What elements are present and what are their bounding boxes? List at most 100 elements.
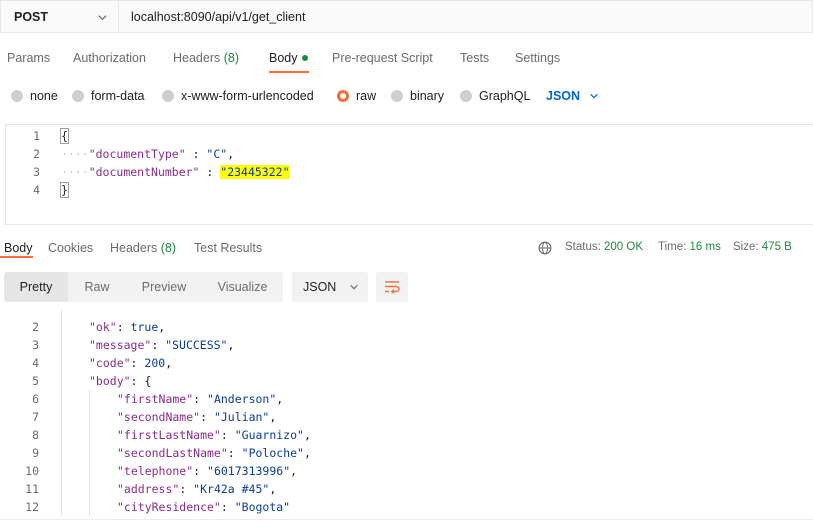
horizontal-scrollbar[interactable] <box>0 519 813 531</box>
line-number: 1 <box>33 129 40 143</box>
active-tab-indicator <box>0 256 33 258</box>
response-status[interactable]: Status: 200 OK <box>565 241 643 253</box>
json-value-highlighted: "23445322" <box>220 165 290 179</box>
tab-body[interactable]: Body <box>269 51 308 77</box>
wrap-lines-button[interactable] <box>376 272 408 302</box>
json-key: "telephone" <box>117 464 194 478</box>
radio-binary[interactable]: binary <box>391 87 444 105</box>
line-number: 10 <box>25 464 39 478</box>
code-line: "firstName": "Anderson", <box>117 392 284 406</box>
line-number: 4 <box>33 183 40 197</box>
size-label: Size: <box>733 241 759 253</box>
response-tab-body[interactable]: Body <box>4 241 33 255</box>
tab-label: Headers <box>173 51 221 65</box>
radio-label: binary <box>410 89 445 103</box>
url-input[interactable]: localhost:8090/api/v1/get_client <box>118 0 813 33</box>
radio-icon <box>11 90 23 102</box>
tab-label: Body <box>4 241 33 255</box>
radio-label: x-www-form-urlencoded <box>181 89 314 103</box>
radio-icon <box>391 90 403 102</box>
radio-label: GraphQL <box>479 89 531 103</box>
tab-label: Params <box>7 51 51 65</box>
request-body-editor[interactable]: 1 2 3 4 { ····"documentType" : "C", ····… <box>5 124 813 225</box>
json-comma: , <box>227 147 235 161</box>
json-comma: , <box>303 446 311 460</box>
json-key: "ok" <box>89 320 117 334</box>
tab-label: Authorization <box>73 51 146 65</box>
line-number: 7 <box>32 410 39 424</box>
response-tab-headers[interactable]: Headers (8) <box>110 241 176 255</box>
tab-authorization[interactable]: Authorization <box>73 51 146 77</box>
globe-icon[interactable] <box>538 241 552 255</box>
json-key: "secondName" <box>117 410 201 424</box>
format-label: JSON <box>303 280 337 294</box>
response-body-viewer[interactable]: 2 "ok": true, 3 "message": "SUCCESS", 4 "code… <box>0 310 813 516</box>
radio-form-data[interactable]: form-data <box>72 87 145 105</box>
tab-label: Test Results <box>194 241 263 255</box>
line-number: 8 <box>32 428 39 442</box>
json-sep: : <box>185 147 207 161</box>
json-comma: , <box>303 428 311 442</box>
radio-graphql[interactable]: GraphQL <box>460 87 530 105</box>
json-comma: , <box>227 338 235 352</box>
url-bar: POST localhost:8090/api/v1/get_client <box>0 0 813 33</box>
tab-label: Settings <box>515 51 561 65</box>
time-label: Time: <box>658 241 687 253</box>
view-visualize[interactable]: Visualize <box>202 272 283 302</box>
line-number: 4 <box>32 356 39 370</box>
chevron-down-icon <box>98 15 107 21</box>
radio-checked-icon <box>337 90 349 102</box>
response-tab-cookies[interactable]: Cookies <box>48 241 93 255</box>
json-comma: , <box>158 320 166 334</box>
method-select[interactable]: POST <box>0 0 118 33</box>
open-brace: { <box>60 128 69 144</box>
view-preview[interactable]: Preview <box>126 272 202 302</box>
status-value: 200 OK <box>604 241 644 253</box>
json-value: { <box>144 374 152 388</box>
close-brace: } <box>60 182 69 198</box>
json-key: "documentNumber" <box>88 165 200 179</box>
status-label: Status: <box>565 241 601 253</box>
line-number: 3 <box>32 338 39 352</box>
code-line: } <box>60 181 69 199</box>
code-line: "message": "SUCCESS", <box>89 338 235 352</box>
tab-label: Pre-request Script <box>332 51 433 65</box>
code-line: "telephone": "6017313996", <box>117 464 298 478</box>
wrap-lines-icon <box>385 281 400 294</box>
code-line: "cityResidence": "Bogota" <box>117 500 291 514</box>
radio-x-www-form-urlencoded[interactable]: x-www-form-urlencoded <box>162 87 314 105</box>
method-label: POST <box>14 9 49 24</box>
response-size[interactable]: Size: 475 B <box>733 241 792 253</box>
json-sep: : <box>199 165 221 179</box>
body-language-select[interactable]: JSON <box>546 87 599 105</box>
tab-count: (8) <box>223 51 240 65</box>
url-value: localhost:8090/api/v1/get_client <box>131 9 306 24</box>
view-mode-group: Pretty Raw Preview Visualize <box>4 272 283 302</box>
json-key: "cityResidence" <box>117 500 221 514</box>
code-line: ····"documentNumber" : "23445322" <box>61 165 290 179</box>
line-number: 9 <box>32 446 39 460</box>
tab-settings[interactable]: Settings <box>515 51 560 77</box>
radio-label: none <box>30 89 58 103</box>
code-line: "secondName": "Julian", <box>117 410 277 424</box>
json-key: "message" <box>89 338 152 352</box>
body-type-selector: none form-data x-www-form-urlencoded raw… <box>0 87 813 105</box>
json-value: true <box>130 320 159 334</box>
response-time[interactable]: Time: 16 ms <box>658 241 721 253</box>
tab-headers[interactable]: Headers (8) <box>173 51 239 77</box>
code-line: "code": 200, <box>89 356 173 370</box>
tab-tests[interactable]: Tests <box>460 51 489 77</box>
view-raw[interactable]: Raw <box>68 272 126 302</box>
view-pretty[interactable]: Pretty <box>4 272 68 302</box>
radio-none[interactable]: none <box>11 87 58 105</box>
json-key: "code" <box>89 356 131 370</box>
time-value: 16 ms <box>689 241 721 253</box>
code-line: "address": "Kr42a #45", <box>117 482 277 496</box>
response-tab-test-results[interactable]: Test Results <box>194 241 262 255</box>
radio-label: raw <box>356 89 377 103</box>
tab-params[interactable]: Params <box>7 51 50 77</box>
response-format-select[interactable]: JSON <box>292 272 368 302</box>
radio-raw[interactable]: raw <box>337 87 376 105</box>
json-key: "firstName" <box>117 392 194 406</box>
tab-pre-request-script[interactable]: Pre-request Script <box>332 51 433 77</box>
